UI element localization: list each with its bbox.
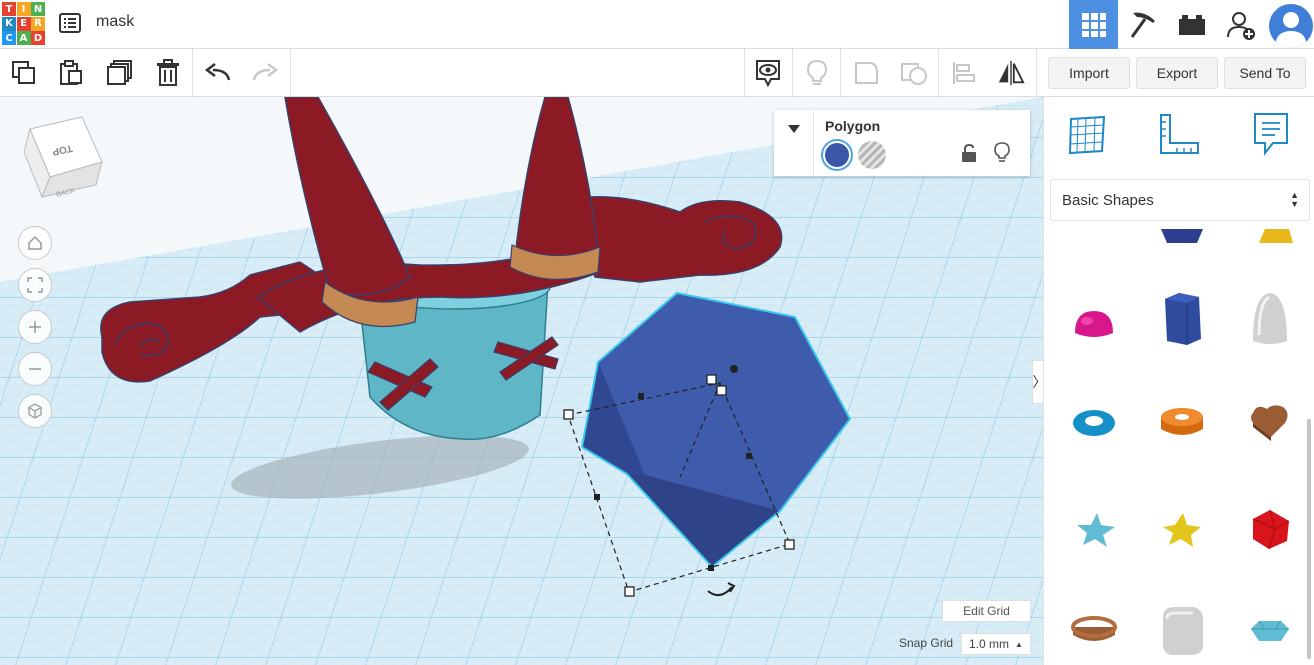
- notes-icon[interactable]: [1248, 111, 1294, 157]
- group-icon[interactable]: [852, 59, 880, 87]
- shape-box-partial[interactable]: [1152, 213, 1212, 245]
- shape-paraboloid[interactable]: [1240, 289, 1300, 349]
- perspective-icon[interactable]: [18, 394, 52, 428]
- shape-inspector: Polygon: [774, 110, 1030, 176]
- tinkercad-logo[interactable]: T I N K E R C A D: [2, 2, 45, 45]
- home-view-icon[interactable]: [18, 226, 52, 260]
- lightbulb-icon[interactable]: [803, 59, 831, 87]
- panel-scrollbar[interactable]: [1307, 419, 1311, 659]
- scene-3d: TOP BACK: [0, 97, 1043, 665]
- lock-icon[interactable]: [961, 143, 977, 168]
- logo-letter: T: [2, 2, 16, 16]
- snap-grid-select[interactable]: 1.0 mm ▲: [961, 633, 1031, 655]
- toolbar-divider: [744, 49, 745, 97]
- align-icon[interactable]: [950, 59, 978, 87]
- shape-tube[interactable]: [1152, 393, 1212, 453]
- shape-heart[interactable]: [1240, 393, 1300, 453]
- export-button[interactable]: Export: [1136, 57, 1218, 89]
- lightbulb-icon[interactable]: [994, 142, 1010, 169]
- send-to-button[interactable]: Send To: [1224, 57, 1306, 89]
- shapes-panel: Basic Shapes ▲ ▼: [1043, 97, 1314, 665]
- snap-grid-value: 1.0 mm: [969, 637, 1010, 651]
- edit-toolbar: Import Export Send To: [0, 49, 1314, 97]
- chevron-down-icon[interactable]: [774, 110, 814, 176]
- bricks-icon[interactable]: [1167, 0, 1216, 49]
- undo-icon[interactable]: [204, 59, 232, 87]
- zoom-in-icon[interactable]: [18, 310, 52, 344]
- shape-star[interactable]: [1064, 499, 1124, 559]
- add-user-icon[interactable]: [1216, 0, 1265, 49]
- logo-letter: N: [31, 2, 45, 16]
- shape-rounded-cube[interactable]: [1152, 601, 1212, 661]
- note-view-icon[interactable]: [754, 59, 782, 88]
- logo-letter: D: [31, 31, 45, 45]
- shape-polygon[interactable]: [1152, 289, 1212, 349]
- top-bar: T I N K E R C A D mask: [0, 0, 1314, 49]
- mirror-icon[interactable]: [997, 59, 1025, 87]
- grid-apps-icon[interactable]: [1069, 0, 1118, 49]
- ungroup-icon[interactable]: [900, 59, 928, 87]
- solid-color-swatch[interactable]: [823, 141, 851, 169]
- shape-torus[interactable]: [1064, 393, 1124, 453]
- shape-star-gold[interactable]: [1152, 499, 1212, 559]
- shape-half-sphere[interactable]: [1064, 293, 1124, 353]
- top-right-actions: [1069, 0, 1314, 49]
- redo-icon[interactable]: [251, 59, 279, 87]
- trash-icon[interactable]: [154, 59, 182, 87]
- pickaxe-icon[interactable]: [1118, 0, 1167, 49]
- avatar-image: [1268, 3, 1313, 48]
- snap-grid-label: Snap Grid: [899, 636, 954, 650]
- logo-letter: E: [16, 16, 31, 31]
- copy-icon[interactable]: [10, 59, 38, 87]
- duplicate-icon[interactable]: [106, 59, 134, 87]
- import-button[interactable]: Import: [1048, 57, 1130, 89]
- tinkercad-editor: T I N K E R C A D mask Import Export Sen…: [0, 0, 1314, 665]
- avatar[interactable]: [1265, 0, 1314, 49]
- shape-icosahedron[interactable]: [1240, 499, 1300, 559]
- toolbar-divider: [840, 49, 841, 97]
- chevron-up-icon: ▲: [1015, 639, 1023, 649]
- shape-name: Polygon: [825, 118, 881, 134]
- workplane-icon[interactable]: [1064, 111, 1110, 157]
- toolbar-divider: [192, 49, 193, 97]
- design-title[interactable]: mask: [96, 13, 134, 31]
- fit-view-icon[interactable]: [18, 268, 52, 302]
- toolbar-divider: [1036, 49, 1037, 97]
- shape-pyramid-partial[interactable]: [1240, 213, 1300, 245]
- toolbar-divider: [938, 49, 939, 97]
- ruler-icon[interactable]: [1156, 111, 1202, 157]
- logo-letter: I: [16, 2, 31, 16]
- toolbar-divider: [290, 49, 291, 97]
- shape-diamond[interactable]: [1240, 601, 1300, 661]
- select-arrows-icon: ▲ ▼: [1290, 190, 1299, 209]
- logo-letter: K: [2, 16, 16, 31]
- hole-swatch[interactable]: [858, 141, 886, 169]
- workplane-canvas[interactable]: TOP BACK: [0, 97, 1043, 665]
- toolbar-divider: [792, 49, 793, 97]
- zoom-out-icon[interactable]: [18, 352, 52, 386]
- shape-ring[interactable]: [1064, 601, 1124, 661]
- logo-letter: C: [2, 31, 16, 45]
- logo-letter: R: [31, 16, 45, 31]
- shape-category-label: Basic Shapes: [1062, 191, 1154, 209]
- design-list-icon[interactable]: [58, 11, 82, 35]
- paste-icon[interactable]: [57, 59, 85, 87]
- logo-letter: A: [16, 31, 31, 45]
- edit-grid-button[interactable]: Edit Grid: [942, 600, 1031, 622]
